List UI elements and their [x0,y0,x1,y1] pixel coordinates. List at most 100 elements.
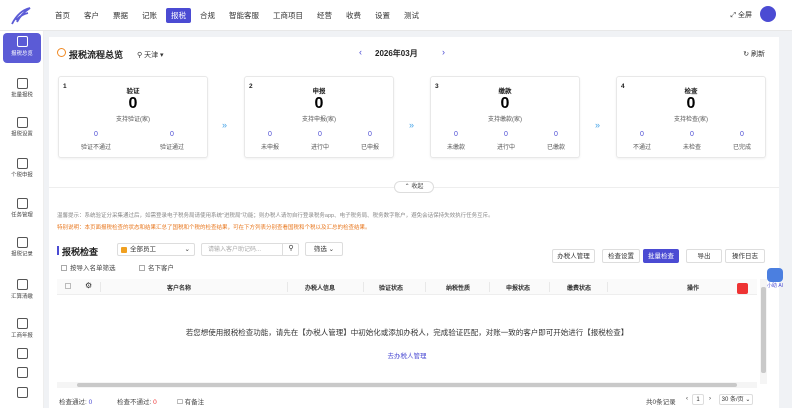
goto-taxpayer-link[interactable]: 去办税人管理 [57,350,757,360]
card-stat[interactable]: 0 验证不通过 [71,131,121,151]
stat-label: 已缴款 [546,145,565,151]
top-bar: 首页 客户 票据 记账 报税 合规 智能客服 工商项目 经营 收费 设置 测试 ⤢ 全屏 [0,0,792,31]
toolbar-button[interactable]: 办税人管理 [552,249,595,263]
tax-doc-icon [16,158,28,169]
refresh-button[interactable]: ↻ 刷新 [743,49,765,59]
fullscreen-button[interactable]: ⤢ 全屏 [730,10,752,20]
my-clients-checkbox[interactable]: 名下客户 [139,262,174,272]
stat-label: 未申报 [260,145,279,151]
nav-item[interactable]: 智能客服 [224,8,264,23]
nav-item[interactable]: 客户 [79,8,104,23]
avatar[interactable] [760,6,776,22]
process-card: 2 申报 0 支持申报(家) 0 未申报 0 进行中 0 已申报 [244,76,394,158]
column-divider [425,282,426,292]
nav-item[interactable]: 报税 [166,8,191,23]
card-count: 0 [500,95,510,112]
select-all-checkbox[interactable] [65,283,71,289]
next-month-button[interactable]: › [442,47,445,57]
nav-item[interactable]: 票据 [108,8,133,23]
collapse-button[interactable]: ⌃ 收起 [394,181,434,193]
column-divider [287,282,288,292]
chevron-right-icon: » [222,120,227,130]
fail-count: 检查不通过: 0 [117,396,157,406]
share-icon [16,198,28,209]
sidebar-item[interactable]: 报税记录 [3,234,41,264]
toolbar-button[interactable]: 导出 [686,249,722,263]
stat-value: 0 [690,131,694,138]
card-stat[interactable]: 0 进行中 [481,131,531,151]
column-header[interactable]: 缴费状态 [567,283,591,292]
calc-icon [16,279,28,290]
page-size-select[interactable]: 30 条/页 ⌄ [719,394,753,405]
sidebar-item-label: 报税记录 [11,252,33,258]
sidebar-item[interactable]: 个税申报 [3,155,41,185]
column-divider [489,282,490,292]
card-stat[interactable]: 0 不通过 [617,131,667,151]
nav-item[interactable]: 合规 [195,8,220,23]
card-stat[interactable]: 0 进行中 [295,131,345,151]
sidebar-item[interactable]: 报税总览 [3,33,41,63]
region-select[interactable]: ⚲ 天津 ▾ [137,50,164,60]
nav-item[interactable]: 记账 [137,8,162,23]
horizontal-scrollbar[interactable] [57,382,757,388]
nav-item[interactable]: 设置 [370,8,395,23]
card-stat[interactable]: 0 未申报 [245,131,295,151]
stat-label: 不通过 [632,145,651,151]
card-stat[interactable]: 0 未检查 [667,131,717,151]
section-title: 报税检查 [62,247,99,257]
stat-value: 0 [554,131,558,138]
card-stat[interactable]: 0 验证通过 [147,131,197,151]
prev-month-button[interactable]: ‹ [359,47,362,57]
sidebar-item[interactable]: 汇算清缴 [3,276,41,306]
column-divider [100,282,101,292]
chevron-right-icon: » [409,120,414,130]
filter-button[interactable]: 筛选 ⌄ [305,242,343,256]
prev-page-button[interactable]: ‹ [683,394,691,405]
card-count: 0 [314,95,324,112]
sidebar-item-label: 汇算清缴 [11,294,33,300]
card-title: 缴款 [498,88,512,95]
card-stat[interactable]: 0 已申报 [345,131,395,151]
app-logo[interactable] [8,6,32,26]
vertical-scrollbar[interactable] [760,279,767,384]
overview-icon [16,36,28,47]
column-header[interactable]: 验证状态 [379,283,403,292]
import-list-checkbox[interactable]: 按导入名单筛选 [61,262,116,272]
column-header[interactable]: 客户名称 [167,283,191,292]
column-divider [607,282,608,292]
card-desc: 支持缴款(家) [488,117,522,123]
staff-select[interactable]: 全部员工 ⌄ [117,243,195,256]
nav-item[interactable]: 经营 [312,8,337,23]
toolbar-button[interactable]: 批量检查 [643,249,679,263]
column-header[interactable]: 办税人信息 [305,283,335,292]
sidebar-item-label: 批量报税 [11,93,33,99]
sidebar-item[interactable]: 批量报税 [3,75,41,105]
column-header[interactable]: 操作 [687,283,699,292]
gear-icon[interactable]: ⚙ [85,281,92,290]
column-header[interactable]: 纳税性质 [446,283,470,292]
card-stat[interactable]: 0 已缴款 [531,131,581,151]
nav-item[interactable]: 收费 [341,8,366,23]
card-desc: 支持验证(家) [116,117,150,123]
sidebar-item[interactable]: 报税设置 [3,114,41,144]
record-icon[interactable] [737,283,748,294]
search-icon[interactable]: ⚲ [282,243,299,256]
sidebar-item[interactable]: 任务管理 [3,195,41,225]
ai-assistant-button[interactable]: 小助 AI [760,268,790,294]
toolbar-button[interactable]: 操作日志 [725,249,765,263]
note-filter[interactable]: ☐ 有备注 [177,396,204,406]
sidebar-item[interactable]: 工商年报 [3,315,41,345]
card-stat[interactable]: 0 已完成 [717,131,767,151]
nav-item[interactable]: 测试 [399,8,424,23]
report-icon [16,318,28,329]
card-stat[interactable]: 0 未缴款 [431,131,481,151]
my-clients-label: 名下客户 [148,265,174,272]
column-header[interactable]: 申报状态 [506,283,530,292]
toolbar-button[interactable]: 检查设置 [602,249,640,263]
next-page-button[interactable]: › [706,394,714,405]
page-number[interactable]: 1 [692,394,704,405]
stat-label: 已完成 [732,145,751,151]
nav-item[interactable]: 首页 [50,8,75,23]
sidebar-item[interactable] [3,384,41,408]
nav-item[interactable]: 工商项目 [268,8,308,23]
